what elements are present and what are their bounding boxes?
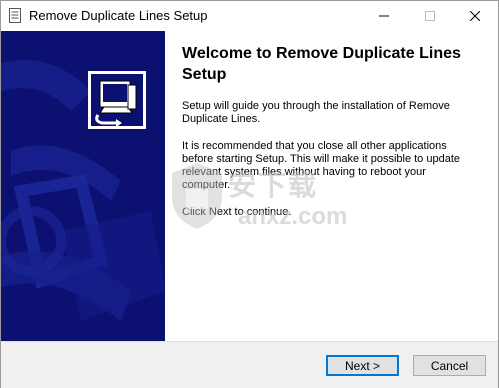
maximize-button[interactable]: [407, 1, 453, 31]
setup-logo: [88, 71, 146, 129]
title-bar[interactable]: Remove Duplicate Lines Setup: [1, 1, 498, 31]
close-icon: [470, 11, 480, 21]
setup-window: Remove Duplicate Lines Setup Welcome to …: [0, 0, 499, 388]
installer-document-icon: [9, 8, 21, 23]
cancel-button[interactable]: Cancel: [413, 355, 486, 376]
intro-paragraph: Setup will guide you through the install…: [182, 100, 450, 125]
welcome-heading: Welcome to Remove Duplicate Lines Setup: [182, 45, 461, 83]
minimize-button[interactable]: [361, 1, 407, 31]
next-button[interactable]: Next >: [326, 355, 399, 376]
recommendation-paragraph: It is recommended that you close all oth…: [182, 140, 461, 191]
window-title: Remove Duplicate Lines Setup: [29, 8, 208, 23]
installer-side-banner: [1, 31, 165, 341]
minimize-icon: [379, 15, 389, 17]
close-button[interactable]: [452, 1, 498, 31]
continue-instruction: Click Next to continue.: [182, 206, 292, 218]
maximize-icon: [425, 11, 435, 21]
button-bar: Next > Cancel: [1, 341, 498, 388]
computer-install-icon: [91, 74, 143, 127]
